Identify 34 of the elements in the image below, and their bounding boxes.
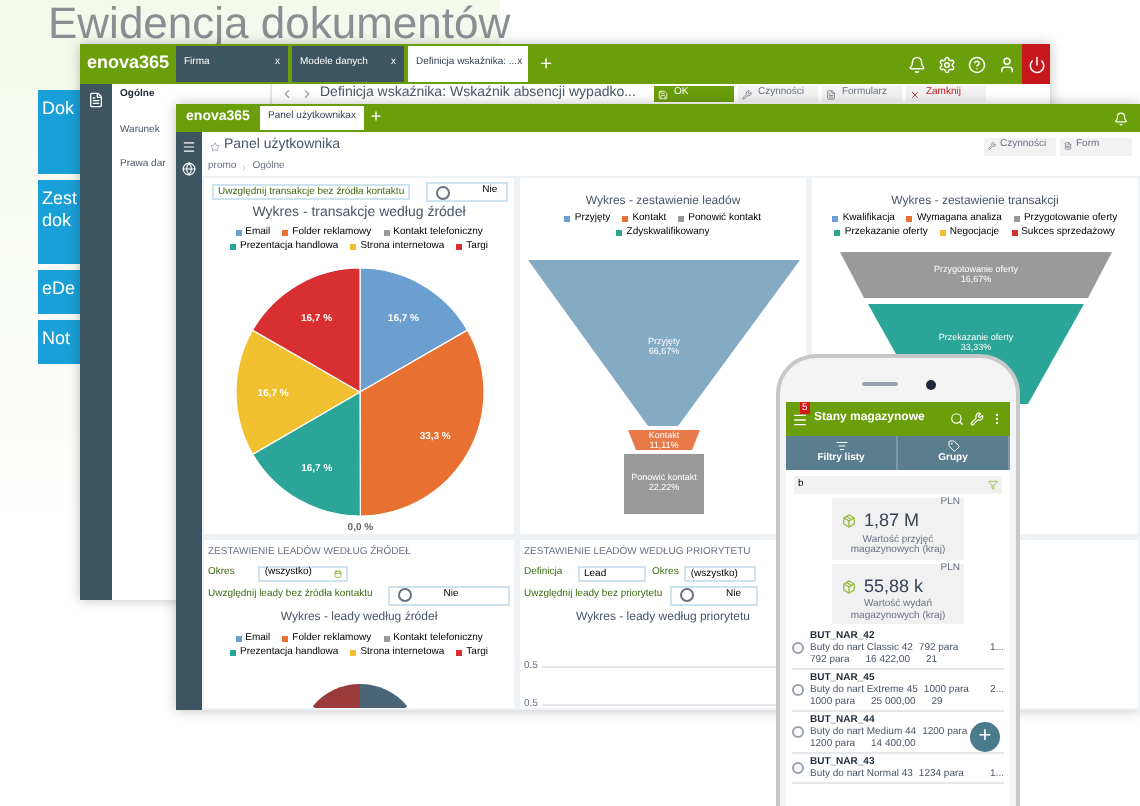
calendar-icon	[334, 569, 343, 577]
package-icon	[842, 579, 856, 594]
filter-icon	[988, 480, 998, 490]
globe-icon[interactable]	[182, 162, 196, 176]
bell-icon[interactable]	[1114, 111, 1128, 125]
stat-value: 1,87 M	[864, 508, 920, 534]
menu-icon[interactable]	[182, 140, 196, 154]
star-icon[interactable]	[210, 141, 220, 151]
filter-list-icon	[835, 439, 847, 452]
form-icon	[825, 89, 836, 99]
menu-icon[interactable]	[792, 411, 808, 427]
form-icon	[1064, 142, 1072, 150]
forward-icon[interactable]	[300, 86, 314, 102]
wrench-icon	[741, 89, 752, 99]
power-button[interactable]	[1022, 44, 1050, 84]
window-title: Ewidencja dokumentów	[48, 0, 511, 52]
add-button[interactable]: +	[970, 722, 1000, 752]
search-icon[interactable]	[950, 412, 964, 426]
camera-icon	[925, 379, 935, 389]
logo: enova365	[86, 50, 170, 77]
help-icon[interactable]	[968, 55, 986, 73]
document-icon[interactable]	[88, 92, 104, 108]
settings-icon[interactable]	[938, 55, 956, 73]
user-icon[interactable]	[998, 55, 1016, 73]
tag-icon	[947, 439, 959, 452]
bell-icon[interactable]	[908, 55, 926, 73]
wrench-icon[interactable]	[970, 412, 984, 426]
back-icon[interactable]	[280, 86, 294, 102]
package-icon	[842, 514, 856, 529]
power-icon	[1027, 55, 1045, 73]
more-icon[interactable]	[990, 412, 1004, 426]
save-icon	[657, 89, 668, 99]
wrench-icon	[988, 142, 996, 150]
stat-value: 55,88 k	[864, 573, 924, 598]
